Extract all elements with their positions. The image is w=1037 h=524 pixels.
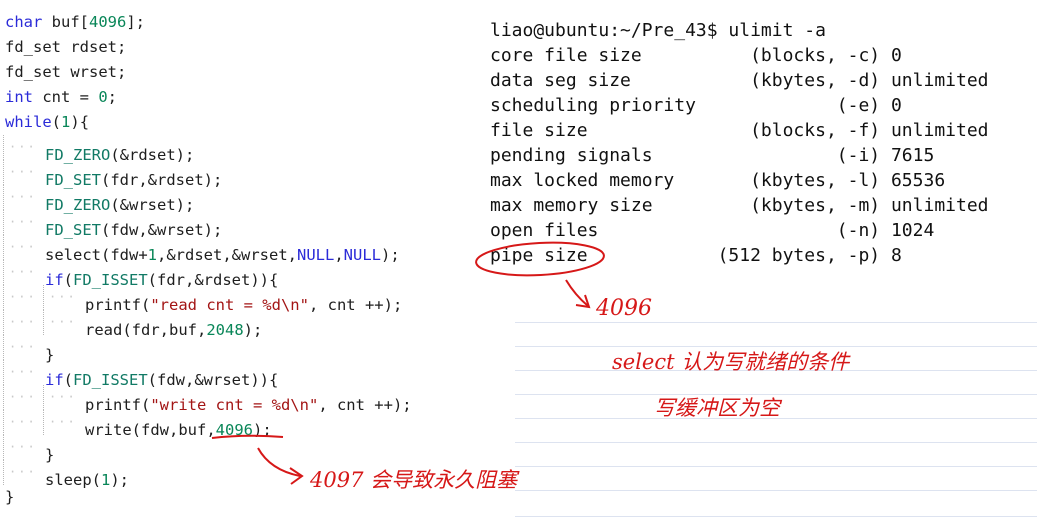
code-line[interactable]: fd_set rdset; [0,35,126,60]
pipe-size-note: 4096 [596,296,652,321]
code-line[interactable]: while(1){ [0,110,89,135]
code-token: buf[ [42,13,89,31]
code-line[interactable]: write(fdw,buf,4096); [0,410,272,439]
code-token: ); [243,321,263,339]
code-line[interactable]: sleep(1); [0,460,129,489]
indent-guide [0,160,40,185]
terminal-row: open files (-n) 1024 [490,220,935,241]
indent-guide [0,210,40,235]
notebook-rule [515,322,1037,323]
terminal-row: file size (blocks, -f) unlimited [490,120,989,141]
code-editor[interactable]: char buf[4096]; fd_set rdset; fd_set wrset… [0,0,512,524]
code-line[interactable]: FD_SET(fdw,&wrset); [0,210,222,239]
code-line[interactable]: printf("write cnt = %d\n", cnt ++); [0,385,412,414]
code-line[interactable]: fd_set wrset; [0,60,126,85]
code-token: cnt = [33,88,99,106]
indent-guide [40,310,80,335]
terminal-row: max locked memory (kbytes, -l) 65536 [490,170,946,191]
terminal-prompt: liao@ubuntu:~/Pre_43$ ulimit -a [490,20,826,41]
code-line[interactable]: } [0,435,54,464]
notebook-rule [515,466,1037,467]
code-line[interactable]: FD_ZERO(&wrset); [0,185,194,214]
code-token: int [5,88,33,106]
code-line[interactable]: } [0,335,54,364]
terminal-row: data seg size (kbytes, -d) unlimited [490,70,989,91]
code-line[interactable]: read(fdr,buf,2048); [0,310,262,339]
code-token: ){ [70,113,90,131]
code-line[interactable]: int cnt = 0; [0,85,117,110]
indent-guide [0,135,40,160]
terminal-row: scheduling priority (-e) 0 [490,95,902,116]
code-line[interactable]: if(FD_ISSET(fdw,&wrset)){ [0,360,278,389]
indent-guide [0,460,40,485]
code-token: 4096 [215,421,253,439]
write-note: 4097 会导致永久阻塞 [310,468,518,492]
terminal-row: core file size (blocks, -c) 0 [490,45,902,66]
notebook-rule [515,442,1037,443]
code-token: ; [107,88,118,106]
code-token: , [334,246,344,264]
indent-guide [0,435,40,460]
select-note-line2: 写缓冲区为空 [654,396,780,420]
code-token: ); [380,246,400,264]
indent-guide [0,285,40,310]
code-line[interactable]: FD_ZERO(&rdset); [0,135,194,164]
terminal-row: pipe size (512 bytes, -p) 8 [490,245,902,266]
code-token: 4096 [89,13,127,31]
code-token: ); [252,421,272,439]
notebook-rule [515,516,1037,517]
indent-guide [0,235,40,260]
indent-guide [40,285,80,310]
code-token: } [5,488,15,506]
code-line[interactable]: select(fdw+1,&rdset,&wrset,NULL,NULL); [0,235,400,264]
code-token: fd_set wrset; [5,63,127,81]
terminal-row: pending signals (-i) 7615 [490,145,935,166]
code-token: 2048 [206,321,244,339]
code-line[interactable]: char buf[4096]; [0,10,145,35]
notebook-rule [515,490,1037,491]
terminal-output: liao@ubuntu:~/Pre_43$ ulimit -a core fil… [480,18,1037,298]
code-token: while [5,113,52,131]
code-token: 1 [61,113,71,131]
code-token: , cnt ++); [308,296,403,314]
code-token: read(fdr,buf, [85,321,207,339]
code-token: write(fdw,buf, [85,421,216,439]
terminal-row: max memory size (kbytes, -m) unlimited [490,195,989,216]
indent-guide [0,385,40,410]
code-line[interactable]: FD_SET(fdr,&rdset); [0,160,222,189]
select-note-line1: select 认为写就绪的条件 [612,350,850,374]
indent-guide [0,185,40,210]
code-token: 0 [98,88,108,106]
indent-guide [40,410,80,435]
indent-guide [0,410,40,435]
code-token: ); [110,471,130,489]
code-line[interactable]: } [0,485,14,510]
code-token: 1 [101,471,111,489]
code-line[interactable]: printf("read cnt = %d\n", cnt ++); [0,285,402,314]
indent-guide [0,335,40,360]
code-token: NULL [343,246,381,264]
code-token: ( [51,113,62,131]
indent-guide [0,260,40,285]
code-line[interactable]: if(FD_ISSET(fdr,&rdset)){ [0,260,278,289]
indent-guide [0,310,40,335]
code-token: NULL [296,246,335,264]
indent-guide [40,385,80,410]
code-token: char [5,13,43,31]
indent-guide [0,360,40,385]
code-token: , cnt ++); [318,396,412,414]
code-token: sleep( [45,471,101,489]
code-token: fd_set rdset; [5,38,127,56]
code-token: ]; [126,13,145,31]
